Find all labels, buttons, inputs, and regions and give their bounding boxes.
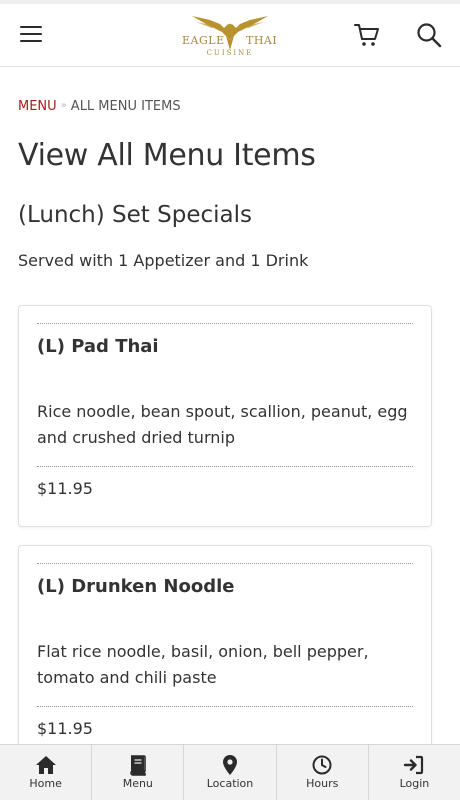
- clock-icon: [312, 755, 332, 775]
- nav-location-label: Location: [206, 777, 254, 790]
- menu-item-description: Flat rice noodle, basil, onion, bell pep…: [37, 642, 369, 687]
- eagle-thai-logo[interactable]: EAGLE THAI CUISINE: [176, 10, 284, 62]
- book-icon: [130, 755, 146, 776]
- logo-subtitle: CUISINE: [206, 49, 254, 57]
- breadcrumb: MENU» ALL MENU ITEMS: [18, 99, 181, 114]
- nav-home-label: Home: [29, 777, 62, 790]
- search-button[interactable]: [416, 22, 442, 48]
- card-divider: [37, 466, 413, 467]
- menu-item-card[interactable]: (L) Drunken Noodle Flat rice noodle, bas…: [18, 545, 432, 767]
- hamburger-menu-icon[interactable]: [20, 24, 42, 44]
- breadcrumb-current: ALL MENU ITEMS: [70, 99, 181, 114]
- site-header: EAGLE THAI CUISINE: [0, 4, 460, 67]
- nav-home[interactable]: Home: [0, 745, 93, 800]
- page-title: View All Menu Items: [18, 138, 316, 173]
- menu-item-description: Rice noodle, bean spout, scallion, peanu…: [37, 402, 408, 447]
- breadcrumb-menu-link[interactable]: MENU: [18, 99, 57, 114]
- nav-login-label: Login: [399, 777, 430, 790]
- map-pin-icon: [223, 755, 237, 775]
- card-divider: [37, 563, 413, 564]
- nav-location[interactable]: Location: [184, 745, 277, 800]
- menu-item-name: (L) Drunken Noodle: [37, 576, 235, 597]
- nav-login[interactable]: Login: [369, 745, 460, 800]
- section-title: (Lunch) Set Specials: [18, 202, 252, 228]
- breadcrumb-separator: »: [60, 100, 67, 111]
- nav-menu-label: Menu: [122, 777, 153, 790]
- logo-word-right: THAI: [246, 34, 278, 47]
- card-divider: [37, 706, 413, 707]
- menu-item-price: $11.95: [37, 719, 93, 738]
- sign-in-icon: [404, 755, 424, 775]
- nav-menu[interactable]: Menu: [92, 745, 185, 800]
- nav-hours-label: Hours: [306, 777, 339, 790]
- hamburger-bar: [20, 33, 42, 35]
- hamburger-bar: [20, 40, 42, 42]
- menu-item-price: $11.95: [37, 479, 93, 498]
- section-description: Served with 1 Appetizer and 1 Drink: [18, 251, 309, 270]
- menu-item-card[interactable]: (L) Pad Thai Rice noodle, bean spout, sc…: [18, 305, 432, 527]
- search-icon: [417, 23, 442, 48]
- bottom-navigation: Home Menu Location Hours Login: [0, 744, 460, 800]
- logo-word-left: EAGLE: [182, 34, 225, 47]
- hamburger-bar: [20, 26, 42, 28]
- home-icon: [35, 756, 56, 774]
- menu-item-name: (L) Pad Thai: [37, 336, 159, 357]
- shopping-cart-icon: [354, 24, 379, 46]
- cart-button[interactable]: [354, 22, 380, 48]
- nav-hours[interactable]: Hours: [277, 745, 369, 800]
- card-divider: [37, 323, 413, 324]
